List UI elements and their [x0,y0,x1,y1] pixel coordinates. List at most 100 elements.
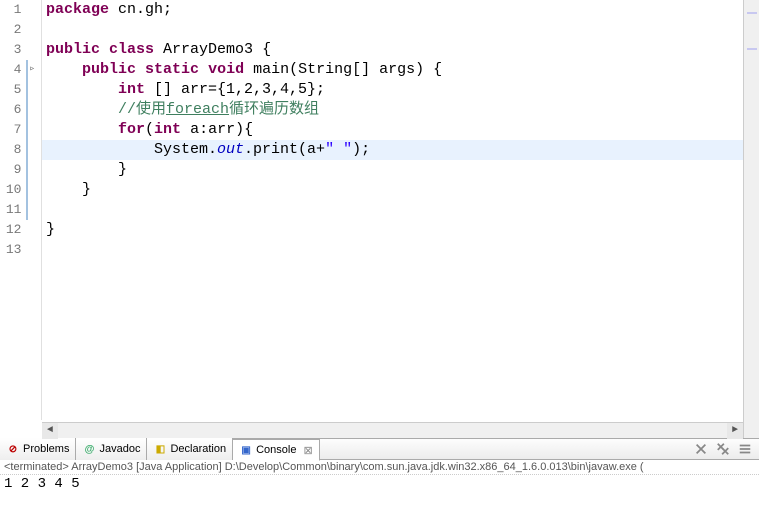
remove-launch-icon[interactable] [693,441,709,457]
line-number: 5 [0,80,23,100]
token-txt: ArrayDemo3 { [154,41,271,58]
gutter-line: 9 [0,160,41,180]
code-line[interactable] [42,240,743,260]
tab-label: Problems [23,443,69,455]
token-txt [46,121,118,138]
line-number: 10 [0,180,23,200]
token-txt: ( [145,121,154,138]
view-toolbar [693,441,759,457]
code-text-area[interactable]: package cn.gh;public class ArrayDemo3 { … [42,0,743,420]
token-kw: void [208,61,244,78]
code-line[interactable] [42,20,743,40]
gutter-line: 1 [0,0,41,20]
token-txt: ); [352,141,370,158]
change-marker-strip [26,60,28,220]
remove-all-icon[interactable] [715,441,731,457]
line-number: 8 [0,140,23,160]
token-txt [46,61,82,78]
token-kw: class [109,41,154,58]
scroll-right-arrow[interactable]: ► [727,423,743,439]
tab-declaration[interactable]: ◧ Declaration [147,438,233,460]
console-output[interactable]: 1 2 3 4 5 [0,475,759,493]
token-kw: public [46,41,100,58]
line-number: 6 [0,100,23,120]
close-icon[interactable]: ⊠ [303,444,312,457]
line-number: 13 [0,240,23,260]
token-txt [100,41,109,58]
token-kw: int [154,121,181,138]
code-editor[interactable]: 1234▹5678910111213 package cn.gh;public … [0,0,759,438]
gutter-line: 4▹ [0,60,41,80]
tab-console[interactable]: ▣ Console ⊠ [233,439,320,461]
code-line[interactable]: int [] arr={1,2,3,4,5}; [42,80,743,100]
token-com-u: foreach [166,101,229,118]
token-txt: } [46,181,91,198]
gutter-line: 8 [0,140,41,160]
token-txt: .print(a+ [244,141,325,158]
token-com: //使用 [118,101,166,118]
fold-marker [23,0,41,20]
fold-marker [23,40,41,60]
token-txt [46,101,118,118]
code-line[interactable]: } [42,180,743,200]
token-txt: cn.gh; [109,1,172,18]
token-kw: package [46,1,109,18]
code-line[interactable] [42,200,743,220]
code-line[interactable]: for(int a:arr){ [42,120,743,140]
gutter-line: 11 [0,200,41,220]
tab-problems[interactable]: ⊘ Problems [0,438,76,460]
tab-javadoc[interactable]: @ Javadoc [76,438,147,460]
declaration-icon: ◧ [153,442,167,456]
line-number: 11 [0,200,23,220]
gutter-line: 10 [0,180,41,200]
tab-label: Console [256,444,296,456]
token-txt [136,61,145,78]
console-icon: ▣ [239,443,253,457]
toolbar-overflow-icon[interactable] [737,441,753,457]
javadoc-icon: @ [82,442,96,456]
token-kw: for [118,121,145,138]
tab-label: Declaration [170,443,226,455]
line-number: 2 [0,20,23,40]
token-txt [199,61,208,78]
overview-marker [747,12,757,14]
code-line[interactable]: package cn.gh; [42,0,743,20]
line-number: 12 [0,220,23,240]
token-com: 循环遍历数组 [229,101,319,118]
code-line[interactable]: } [42,220,743,240]
code-line[interactable]: public class ArrayDemo3 { [42,40,743,60]
gutter-line: 5 [0,80,41,100]
line-number: 1 [0,0,23,20]
tab-label: Javadoc [99,443,140,455]
gutter-line: 13 [0,240,41,260]
code-line[interactable]: public static void main(String[] args) { [42,60,743,80]
fold-marker [23,20,41,40]
token-txt [46,81,118,98]
token-fld: out [217,141,244,158]
token-txt: } [46,161,127,178]
horizontal-scrollbar[interactable]: ◄ ► [42,422,743,438]
console-view: <terminated> ArrayDemo3 [Java Applicatio… [0,460,759,505]
gutter-line: 6 [0,100,41,120]
gutter-line: 7 [0,120,41,140]
token-str: " " [325,141,352,158]
code-line[interactable]: //使用foreach循环遍历数组 [42,100,743,120]
scroll-left-arrow[interactable]: ◄ [42,423,58,439]
code-line[interactable]: } [42,160,743,180]
console-process-label: <terminated> ArrayDemo3 [Java Applicatio… [0,460,759,475]
problems-icon: ⊘ [6,442,20,456]
overview-marker [747,48,757,50]
fold-marker [23,240,41,260]
fold-marker [23,220,41,240]
scroll-track[interactable] [58,423,727,439]
vertical-overview-ruler[interactable] [743,0,759,438]
gutter: 1234▹5678910111213 [0,0,42,420]
token-kw: static [145,61,199,78]
gutter-line: 3 [0,40,41,60]
code-line[interactable]: System.out.print(a+" "); [42,140,743,160]
token-txt: System. [46,141,217,158]
token-txt: main(String[] args) { [244,61,442,78]
token-txt: a:arr){ [181,121,253,138]
token-kw: public [82,61,136,78]
views-tab-bar: ⊘ Problems @ Javadoc ◧ Declaration ▣ Con… [0,438,759,460]
